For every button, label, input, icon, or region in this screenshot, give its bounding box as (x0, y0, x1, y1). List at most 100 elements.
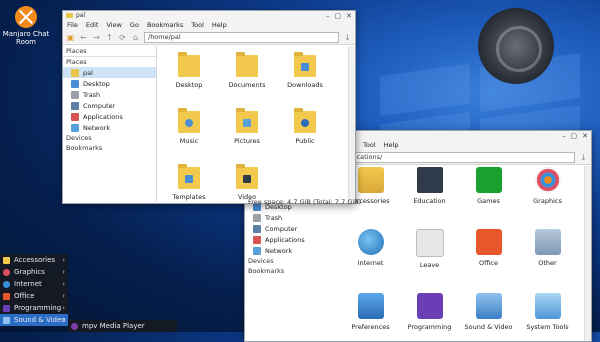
window-title: pal (76, 12, 86, 19)
app-games[interactable]: Games (459, 167, 518, 205)
new-tab-icon[interactable]: ▣ (66, 33, 75, 42)
app-graphics[interactable]: Graphics (518, 167, 577, 205)
computer-icon (71, 101, 79, 110)
up-icon[interactable]: ↑ (105, 33, 114, 42)
menu-tool[interactable]: Tool (191, 21, 204, 29)
app-preferences[interactable]: Preferences (341, 293, 400, 331)
trash-icon (253, 213, 261, 222)
forward-icon[interactable]: → (92, 33, 101, 42)
app-education[interactable]: Education (400, 167, 459, 205)
sidebar-item-applications[interactable]: Applications (63, 111, 156, 122)
location-bar[interactable]: lications/ (349, 151, 575, 163)
menu-item-accessories[interactable]: Accessories › (0, 254, 68, 266)
location-bar[interactable]: /home/pal (144, 31, 339, 43)
menu-item-graphics[interactable]: Graphics › (0, 266, 68, 278)
menu-go[interactable]: Go (130, 21, 139, 29)
sidebar-item-trash[interactable]: Trash (245, 212, 338, 223)
folder-pictures[interactable]: Pictures (221, 107, 273, 145)
download-folder-icon (294, 51, 316, 77)
app-office[interactable]: Office (459, 229, 518, 269)
folder-documents[interactable]: Documents (221, 51, 273, 89)
menu-help[interactable]: Help (212, 21, 227, 29)
maximize-icon[interactable]: ▢ (335, 12, 342, 20)
leave-icon (415, 229, 444, 257)
submenu-item-mpv[interactable]: mpv Media Player (68, 320, 177, 332)
minimize-icon[interactable]: – (562, 132, 566, 140)
devices-header: Devices (248, 257, 274, 265)
light-beam (380, 63, 470, 117)
pictures-folder-icon (236, 107, 258, 133)
menu-view[interactable]: View (106, 21, 121, 29)
app-internet[interactable]: Internet (341, 229, 400, 269)
minimize-icon[interactable]: – (326, 12, 330, 20)
accessories-icon (3, 256, 10, 264)
menu-edit[interactable]: Edit (86, 21, 99, 29)
sidebar-item-desktop[interactable]: Desktop (63, 78, 156, 89)
chevron-right-icon: › (62, 316, 65, 324)
scrollbar[interactable] (348, 46, 355, 202)
menu-file[interactable]: File (67, 21, 78, 29)
menu-tool[interactable]: Tool (363, 141, 376, 149)
sidebar-item-pal[interactable]: pal (63, 67, 156, 78)
desktop-icon-manjaro-chat[interactable]: Manjaro Chat Room (2, 6, 50, 46)
mpv-icon (71, 322, 78, 330)
app-sound-video[interactable]: Sound & Video (459, 293, 518, 331)
preferences-icon (357, 293, 384, 319)
app-programming[interactable]: Programming (400, 293, 459, 331)
toolbar: ▣ ← → ↑ ⟳ ⌂ /home/pal ↓ (63, 30, 355, 45)
desktop-icon (71, 79, 79, 88)
sidebar-item-computer[interactable]: Computer (245, 223, 338, 234)
trash-icon (71, 90, 79, 99)
titlebar[interactable]: pal – ▢ ✕ (63, 11, 355, 20)
public-folder-icon (294, 107, 316, 133)
places-header: Places (66, 58, 87, 66)
chevron-right-icon: › (62, 292, 65, 300)
menu-bookmarks[interactable]: Bookmarks (147, 21, 183, 29)
status-free-space: Free space: 4.7 GiB (Total: 7.7 GiB) (248, 198, 362, 206)
chevron-right-icon: › (62, 268, 65, 276)
app-other[interactable]: Other (518, 229, 577, 269)
sidebar-item-network[interactable]: Network (63, 122, 156, 133)
folder-public[interactable]: Public (279, 107, 331, 145)
sound-video-icon (3, 316, 10, 324)
folder-music[interactable]: Music (163, 107, 215, 145)
menu-item-sound-video[interactable]: Sound & Video › (0, 314, 68, 326)
graphics-icon (3, 268, 10, 276)
close-icon[interactable]: ✕ (346, 12, 352, 20)
templates-folder-icon (178, 163, 200, 189)
back-icon[interactable]: ← (79, 33, 88, 42)
home-icon[interactable]: ⌂ (131, 33, 140, 42)
xbox-icon (475, 167, 502, 193)
sidebar-item-network[interactable]: Network (245, 245, 338, 256)
scrollbar[interactable] (584, 166, 591, 341)
menu-item-office[interactable]: Office › (0, 290, 68, 302)
sidebar-item-trash[interactable]: Trash (63, 89, 156, 100)
chevron-right-icon: › (62, 256, 65, 264)
folder-desktop[interactable]: Desktop (163, 51, 215, 89)
menu-help[interactable]: Help (384, 141, 399, 149)
app-system-tools[interactable]: System Tools (518, 293, 577, 331)
menu-item-internet[interactable]: Internet › (0, 278, 68, 290)
go-icon[interactable]: ↓ (579, 153, 588, 162)
folder-templates[interactable]: Templates (163, 163, 215, 201)
folder-downloads[interactable]: Downloads (279, 51, 331, 89)
close-icon[interactable]: ✕ (582, 132, 588, 140)
bookmarks-header: Bookmarks (66, 144, 103, 152)
window-controls: – ▢ ✕ (562, 132, 588, 140)
app-grid: Accessories Education Games Graphics Int… (341, 167, 577, 331)
places-dropdown[interactable]: Places (63, 46, 156, 57)
other-icon (534, 229, 561, 255)
sidebar-item-computer[interactable]: Computer (63, 100, 156, 111)
visual-studio-icon (416, 293, 443, 319)
reload-icon[interactable]: ⟳ (118, 33, 127, 42)
folder-video[interactable]: Video (221, 163, 273, 201)
app-leave[interactable]: Leave (400, 229, 459, 269)
menu-item-programming[interactable]: Programming › (0, 302, 68, 314)
go-icon[interactable]: ↓ (343, 33, 352, 42)
network-icon (253, 246, 261, 255)
palette-icon (534, 167, 561, 193)
maximize-icon[interactable]: ▢ (571, 132, 578, 140)
office-icon (3, 292, 10, 300)
sidebar-item-applications[interactable]: Applications (245, 234, 338, 245)
music-folder-icon (178, 107, 200, 133)
